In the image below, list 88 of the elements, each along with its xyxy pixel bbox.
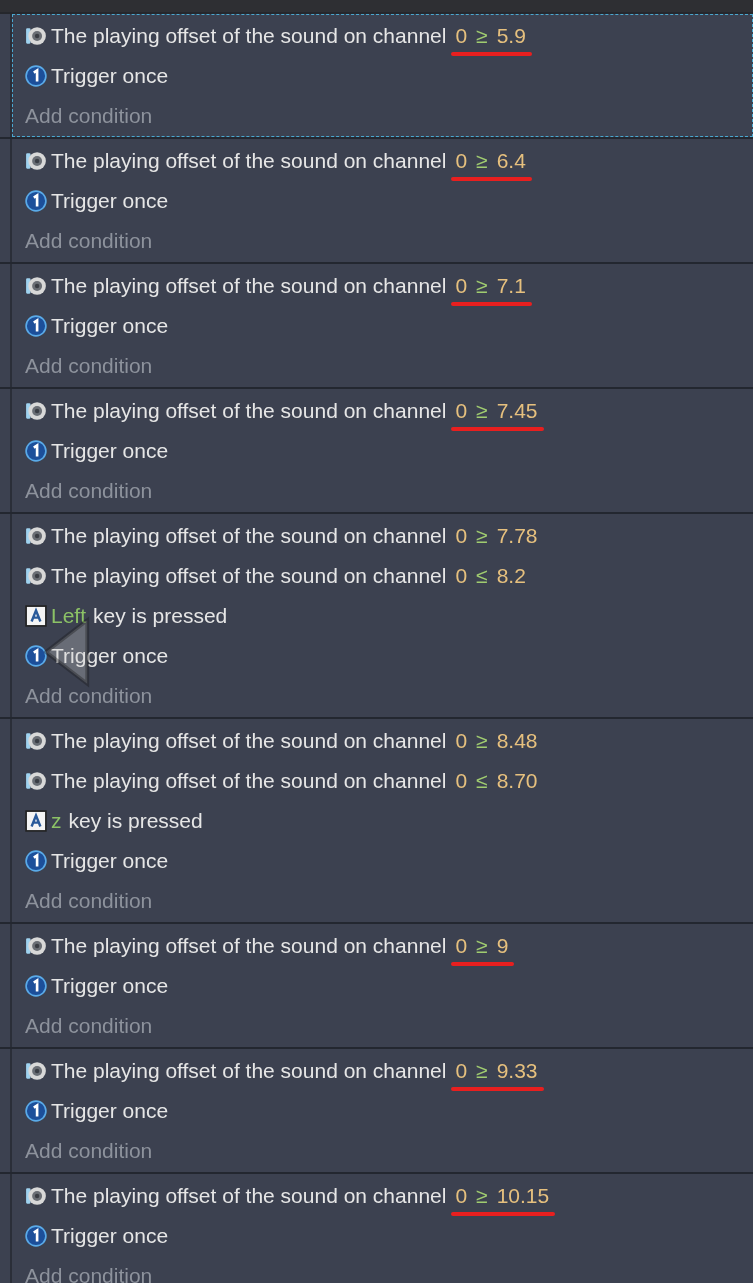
trigger-once-icon: [25, 65, 47, 87]
speaker-icon: [25, 935, 47, 957]
event-block[interactable]: The playing offset of the sound on channel 0 ≥ 8.48 The playing offset of the sound on channel 0 ≤ 8.70 z key is pressed Trigger once Add condition: [12, 719, 753, 922]
trigger-once-icon: [25, 440, 47, 462]
speaker-icon: [25, 150, 47, 172]
condition-text: Trigger once: [51, 1099, 169, 1123]
condition-text: The playing offset of the sound on channel: [51, 274, 447, 298]
condition-text: The playing offset of the sound on channel: [51, 1184, 447, 1208]
condition-text: Trigger once: [51, 849, 169, 873]
condition-text: Trigger once: [51, 644, 169, 668]
key-name: Left: [51, 604, 87, 628]
condition-text: The playing offset of the sound on channel: [51, 149, 447, 173]
channel-value: 0: [455, 399, 468, 423]
condition-text: The playing offset of the sound on channel: [51, 1059, 447, 1083]
speaker-icon: [25, 275, 47, 297]
operator: ≥: [476, 274, 488, 298]
speaker-icon: [25, 400, 47, 422]
speaker-icon: [25, 730, 47, 752]
offset-value: 9.33: [496, 1059, 538, 1083]
operator: ≥: [476, 524, 488, 548]
offset-value: 7.45: [496, 399, 538, 423]
offset-value: 5.9: [496, 24, 526, 48]
channel-value: 0: [455, 729, 468, 753]
condition-text: Trigger once: [51, 1224, 169, 1248]
condition-text: Trigger once: [51, 314, 169, 338]
event-block[interactable]: The playing offset of the sound on channel 0 ≥ 9.33 Trigger once Add condition: [12, 1049, 753, 1172]
offset-value: 7.78: [496, 524, 538, 548]
operator: ≥: [476, 934, 488, 958]
event-block[interactable]: The playing offset of the sound on channel 0 ≥ 9 Trigger once Add condition: [12, 924, 753, 1047]
channel-value: 0: [455, 1059, 468, 1083]
condition-text: key is pressed: [93, 604, 228, 628]
operator: ≥: [476, 24, 488, 48]
operator: ≥: [476, 1184, 488, 1208]
trigger-once-icon: [25, 315, 47, 337]
condition-text: The playing offset of the sound on channel: [51, 564, 447, 588]
channel-value: 0: [455, 769, 468, 793]
operator: ≤: [476, 564, 488, 588]
condition-text: key is pressed: [68, 809, 203, 833]
condition-text: The playing offset of the sound on channel: [51, 399, 447, 423]
operator: ≥: [476, 149, 488, 173]
speaker-icon: [25, 1185, 47, 1207]
trigger-once-icon: [25, 1225, 47, 1247]
event-block[interactable]: The playing offset of the sound on channel 0 ≥ 6.4 Trigger once Add condition: [12, 139, 753, 262]
channel-value: 0: [455, 24, 468, 48]
speaker-icon: [25, 565, 47, 587]
channel-value: 0: [455, 934, 468, 958]
offset-value: 8.48: [496, 729, 538, 753]
offset-value: 7.1: [496, 274, 526, 298]
condition-text: Trigger once: [51, 439, 169, 463]
operator: ≤: [476, 769, 488, 793]
event-block[interactable]: The playing offset of the sound on channel 0 ≥ 7.1 Trigger once Add condition: [12, 264, 753, 387]
operator: ≥: [476, 399, 488, 423]
offset-value: 10.15: [496, 1184, 550, 1208]
speaker-icon: [25, 1060, 47, 1082]
event-block[interactable]: The playing offset of the sound on channel 0 ≥ 7.78 The playing offset of the sound on channel 0 ≤ 8.2 Left key is pressed Trigger once Add condition: [12, 514, 753, 717]
condition-text: The playing offset of the sound on channel: [51, 934, 447, 958]
offset-value: 8.70: [496, 769, 538, 793]
condition-text: Trigger once: [51, 974, 169, 998]
condition-text: The playing offset of the sound on channel: [51, 769, 447, 793]
trigger-once-icon: [25, 190, 47, 212]
offset-value: 6.4: [496, 149, 526, 173]
keyboard-key-icon: [25, 605, 47, 627]
operator: ≥: [476, 729, 488, 753]
keyboard-key-icon: [25, 810, 47, 832]
key-name: z: [51, 809, 62, 833]
condition-text: The playing offset of the sound on channel: [51, 524, 447, 548]
trigger-once-icon: [25, 975, 47, 997]
channel-value: 0: [455, 564, 468, 588]
trigger-once-icon: [25, 645, 47, 667]
condition-text: The playing offset of the sound on channel: [51, 729, 447, 753]
operator: ≥: [476, 1059, 488, 1083]
channel-value: 0: [455, 274, 468, 298]
speaker-icon: [25, 25, 47, 47]
event-block[interactable]: The playing offset of the sound on channel 0 ≥ 7.45 Trigger once Add condition: [12, 389, 753, 512]
channel-value: 0: [455, 1184, 468, 1208]
channel-value: 0: [455, 524, 468, 548]
condition-text: The playing offset of the sound on channel: [51, 24, 447, 48]
trigger-once-icon: [25, 850, 47, 872]
speaker-icon: [25, 770, 47, 792]
offset-value: 8.2: [496, 564, 526, 588]
offset-value: 9: [496, 934, 509, 958]
speaker-icon: [25, 525, 47, 547]
condition-text: Trigger once: [51, 189, 169, 213]
event-block[interactable]: The playing offset of the sound on channel 0 ≥ 10.15 Trigger once Add condition: [12, 1174, 753, 1283]
condition-text: Trigger once: [51, 64, 169, 88]
event-block[interactable]: The playing offset of the sound on channel 0 ≥ 5.9 Trigger once Add condition: [12, 14, 753, 137]
channel-value: 0: [455, 149, 468, 173]
trigger-once-icon: [25, 1100, 47, 1122]
